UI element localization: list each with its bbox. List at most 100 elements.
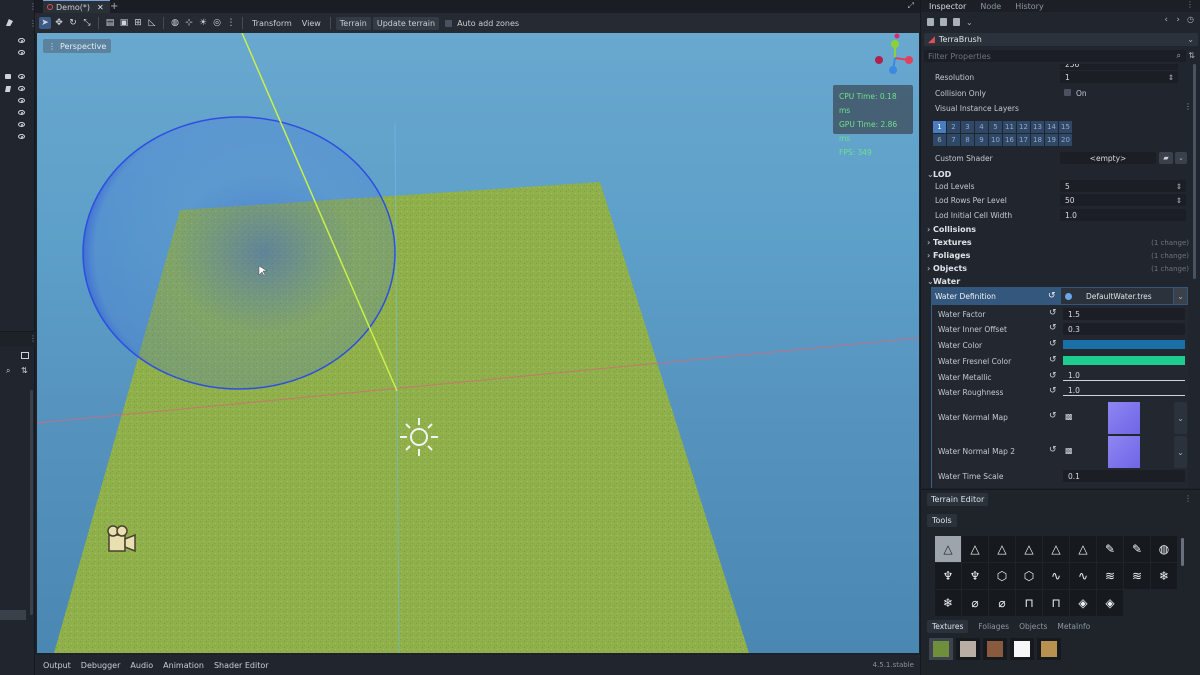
terrain-editor-tab[interactable]: Terrain Editor: [927, 492, 989, 506]
animation-tab[interactable]: Animation: [163, 661, 204, 670]
water-flow-remove-tool[interactable]: ≋: [1124, 563, 1150, 589]
lod-levels-field[interactable]: 5 ⇕: [1060, 180, 1186, 192]
section-objects[interactable]: Objects: [927, 264, 967, 273]
reset-icon[interactable]: ↺: [1049, 323, 1057, 333]
water-metallic-slider[interactable]: 1.0: [1063, 370, 1185, 380]
history-back-icon[interactable]: ‹: [1164, 15, 1168, 25]
reset-icon[interactable]: ↺: [1049, 355, 1057, 365]
debugger-tab[interactable]: Debugger: [81, 661, 121, 670]
tools-tab[interactable]: Tools: [927, 514, 957, 527]
tab-demo-scene[interactable]: Demo(*) ✕: [43, 0, 110, 13]
more-options-icon[interactable]: ⋮: [225, 17, 237, 29]
tab-metainfo[interactable]: MetaInfo: [1057, 622, 1090, 631]
group-icon[interactable]: ⊞: [132, 17, 144, 29]
water-definition-row[interactable]: Water Definition ↺ DefaultWater.tres ⌄: [931, 287, 1188, 305]
perspective-menu-button[interactable]: ⋮ Perspective: [43, 39, 112, 53]
resolution-field[interactable]: 1 ⇕: [1060, 71, 1178, 83]
water-time-scale-field[interactable]: 0.1: [1063, 470, 1185, 482]
tab-history[interactable]: History: [1015, 2, 1043, 11]
water-flow-add-tool[interactable]: ≋: [1097, 563, 1123, 589]
section-textures[interactable]: Textures: [927, 238, 972, 247]
section-foliages[interactable]: Foliages: [927, 251, 970, 260]
environment-preview-icon[interactable]: ◎: [211, 17, 223, 29]
menu-dots-icon[interactable]: ⋮: [29, 334, 37, 343]
water-color-picker[interactable]: [1063, 340, 1185, 349]
meta-info-remove-tool[interactable]: ◈: [1097, 590, 1123, 616]
lock-add-tool[interactable]: ⊓: [1016, 590, 1042, 616]
output-tab[interactable]: Output: [43, 661, 71, 670]
lock-icon[interactable]: [5, 74, 11, 79]
paint-brush-tool[interactable]: ✎: [1097, 536, 1123, 562]
water-add-tool[interactable]: ∿: [1043, 563, 1069, 589]
texture-swatch[interactable]: [956, 638, 980, 660]
chevron-down-icon[interactable]: ⌄: [1174, 436, 1187, 468]
layer-cell[interactable]: 11: [1003, 121, 1016, 133]
water-fresnel-color-picker[interactable]: [1063, 356, 1185, 365]
texture-swatch[interactable]: [1010, 638, 1034, 660]
axis-gizmo[interactable]: [875, 33, 913, 75]
reset-icon[interactable]: ↺: [1049, 371, 1057, 381]
visibility-eye-icon[interactable]: [18, 110, 25, 115]
chevron-down-icon[interactable]: ⌄: [1174, 288, 1187, 304]
lower-terrain-tool[interactable]: △: [962, 536, 988, 562]
meta-info-add-tool[interactable]: ◈: [1070, 590, 1096, 616]
layer-cell[interactable]: 19: [1045, 134, 1058, 146]
layer-cell[interactable]: 6: [933, 134, 946, 146]
edited-object-selector[interactable]: ◢ TerraBrush ⌄: [924, 33, 1198, 46]
water-roughness-slider[interactable]: 1.0: [1063, 385, 1185, 395]
close-icon[interactable]: ✕: [97, 3, 104, 12]
distraction-free-icon[interactable]: ⤢: [908, 1, 914, 11]
layer-cell[interactable]: 17: [1017, 134, 1030, 146]
section-lod[interactable]: LOD: [927, 170, 951, 179]
tab-foliages[interactable]: Foliages: [978, 622, 1009, 631]
search-icon[interactable]: ⌕: [6, 366, 10, 376]
terrain-menu[interactable]: Terrain: [335, 16, 371, 30]
open-resource-icon[interactable]: [940, 18, 947, 26]
texture-swatch[interactable]: [929, 638, 953, 660]
lod-cell-field[interactable]: 1.0: [1060, 209, 1186, 221]
hole-add-tool[interactable]: ⌀: [962, 590, 988, 616]
menu-dots-icon[interactable]: ⋮: [1184, 102, 1192, 111]
dock-scrollbar[interactable]: [30, 390, 33, 615]
lock-icon[interactable]: ▣: [118, 17, 130, 29]
visibility-eye-icon[interactable]: [18, 86, 25, 91]
water-remove-tool[interactable]: ∿: [1070, 563, 1096, 589]
window-icon[interactable]: [21, 352, 29, 359]
texture-swatch[interactable]: [983, 638, 1007, 660]
visibility-eye-icon[interactable]: [18, 134, 25, 139]
3d-viewport[interactable]: ⋮ Perspective CPU Time: 0.18 ms GPU Time…: [37, 33, 919, 653]
reset-icon[interactable]: ↺: [1049, 386, 1057, 396]
water-inner-offset-field[interactable]: 0.3: [1063, 323, 1185, 335]
raise-terrain-tool[interactable]: △: [935, 536, 961, 562]
inspector-scrollbar[interactable]: [1193, 64, 1196, 279]
water-definition-resource[interactable]: DefaultWater.tres: [1061, 288, 1173, 304]
filter-properties-input[interactable]: Filter Properties ⌕: [924, 50, 1186, 62]
reset-icon[interactable]: ↺: [1049, 411, 1057, 421]
reset-icon[interactable]: ↺: [1048, 291, 1056, 301]
history-list-icon[interactable]: ◷: [1187, 15, 1194, 24]
visibility-eye-icon[interactable]: [18, 74, 25, 79]
layer-cell[interactable]: 3: [961, 121, 974, 133]
object-add-tool[interactable]: ⬡: [989, 563, 1015, 589]
group-icon[interactable]: [5, 86, 11, 92]
lock-remove-tool[interactable]: ⊓: [1043, 590, 1069, 616]
layer-cell[interactable]: 16: [1003, 134, 1016, 146]
object-remove-tool[interactable]: ⬡: [1016, 563, 1042, 589]
layer-cell[interactable]: 8: [961, 134, 974, 146]
file-row-selected[interactable]: [0, 610, 26, 620]
layer-cell[interactable]: 5: [989, 121, 1002, 133]
water-factor-field[interactable]: 1.5: [1063, 308, 1185, 320]
layer-cell[interactable]: 2: [947, 121, 960, 133]
chevron-down-icon[interactable]: ⌄: [1175, 152, 1187, 164]
collision-only-checkbox[interactable]: [1064, 89, 1071, 96]
set-angle-tool[interactable]: △: [1070, 536, 1096, 562]
water-normal-map2-preview[interactable]: [1108, 436, 1140, 468]
tool-grid-scrollbar[interactable]: [1181, 538, 1184, 566]
erase-brush-tool[interactable]: ✎: [1124, 536, 1150, 562]
layer-cell[interactable]: 15: [1059, 121, 1072, 133]
layer-cell[interactable]: 1: [933, 121, 946, 133]
visibility-eye-icon[interactable]: [18, 98, 25, 103]
hole-remove-tool[interactable]: ⌀: [989, 590, 1015, 616]
custom-shader-field[interactable]: <empty>: [1060, 152, 1156, 164]
sort-icon[interactable]: ⇅: [1188, 51, 1195, 60]
